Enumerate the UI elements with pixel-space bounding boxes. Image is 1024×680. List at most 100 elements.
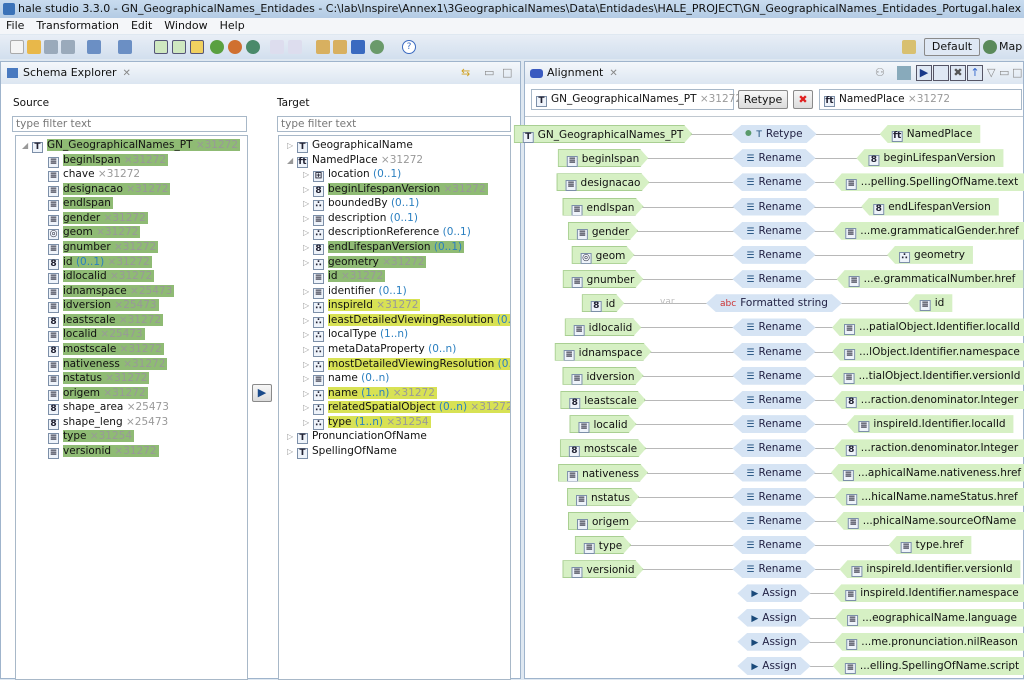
- retype-button[interactable]: Retype: [738, 90, 788, 109]
- tree-item[interactable]: ≡ nativeness ×31272: [48, 357, 168, 372]
- menu-window[interactable]: Window: [164, 19, 207, 32]
- function-node[interactable]: ☰ Rename: [732, 173, 815, 191]
- target-node[interactable]: ∴ geometry: [887, 245, 973, 264]
- sync-icon[interactable]: ⇆: [461, 62, 470, 84]
- target-type-field[interactable]: ft NamedPlace ×31272: [819, 89, 1022, 110]
- menu-help[interactable]: Help: [220, 19, 245, 32]
- expand-icon[interactable]: ▷: [303, 168, 313, 182]
- filter-remove-icon[interactable]: ✖: [950, 65, 966, 81]
- source-node[interactable]: T GN_GeographicalNames_PT: [514, 125, 692, 143]
- expand-icon[interactable]: ▷: [303, 401, 313, 415]
- function-node[interactable]: ☰ Rename: [732, 536, 815, 554]
- expand-icon[interactable]: ▷: [303, 285, 313, 299]
- target-node[interactable]: ≡ ...eographicalName.language: [835, 608, 1024, 627]
- open-icon[interactable]: [27, 40, 41, 54]
- function-node[interactable]: ☰ Rename: [732, 560, 815, 578]
- save-as-icon[interactable]: [61, 40, 75, 54]
- source-filter-input[interactable]: type filter text: [12, 116, 247, 132]
- tree-item[interactable]: ≡ idlocalid ×31272: [48, 269, 155, 285]
- perspective-default[interactable]: Default: [924, 38, 980, 56]
- expand-icon[interactable]: ◢: [287, 154, 297, 168]
- filter-inherit-icon[interactable]: ↑: [967, 65, 983, 81]
- function-node[interactable]: ☰ Rename: [732, 149, 815, 167]
- tree-item[interactable]: ▷ ≡ identifier (0..1): [303, 284, 409, 299]
- source-node[interactable]: ≡ idlocalid: [565, 318, 642, 336]
- function-node[interactable]: ▶ Assign: [737, 657, 810, 675]
- open-perspective-icon[interactable]: [902, 40, 916, 54]
- target-node[interactable]: ≡ ...tialObject.Identifier.versionId: [831, 366, 1024, 385]
- target-node[interactable]: ≡ ...aphicalName.nativeness.href: [830, 463, 1024, 482]
- target-node[interactable]: ft NamedPlace: [879, 125, 981, 143]
- tree-item[interactable]: ≡ endlspan: [48, 196, 113, 212]
- expand-icon[interactable]: ▷: [303, 358, 313, 372]
- target-node[interactable]: 8 ...raction.denominator.Integer: [833, 390, 1024, 409]
- expand-icon[interactable]: ▷: [287, 430, 297, 444]
- export-icon[interactable]: [118, 40, 132, 54]
- expand-icon[interactable]: ▷: [303, 256, 313, 270]
- perspective-map[interactable]: Map: [999, 40, 1022, 53]
- tree-item[interactable]: ▷ ∴ inspireId ×31272: [303, 298, 421, 314]
- tree-item[interactable]: 8 leastscale ×31272: [48, 313, 164, 328]
- source-node[interactable]: ≡ type: [575, 536, 631, 554]
- maximize-icon[interactable]: □: [502, 62, 512, 84]
- tree-item[interactable]: ◢ T GN_GeographicalNames_PT ×31272: [22, 138, 241, 153]
- target-node[interactable]: ≡ ...elling.SpellingOfName.script: [832, 656, 1024, 675]
- graph-icon[interactable]: [210, 40, 224, 54]
- tree-item[interactable]: ▷∴ leastDetailedViewingResolution (0..1) …: [303, 313, 510, 328]
- maximize-icon[interactable]: □: [1012, 62, 1022, 84]
- view-menu-icon[interactable]: ▽: [987, 62, 995, 84]
- expand-icon[interactable]: ▷: [303, 416, 313, 430]
- tree-item[interactable]: ◢ ft NamedPlace ×31272: [287, 153, 425, 168]
- source-node[interactable]: ≡ idversion: [562, 367, 643, 385]
- tree-item[interactable]: ≡ designacao ×31272: [48, 182, 171, 197]
- target-schema-tree[interactable]: ▷ T GeographicalName ◢ ft NamedPlace ×31272 ▷ ⊞…: [278, 135, 511, 680]
- target-filter-input[interactable]: type filter text: [277, 116, 511, 132]
- tree-item[interactable]: ≡ type ×31254: [48, 429, 135, 445]
- function-node[interactable]: ☰ Rename: [732, 270, 815, 288]
- source-node[interactable]: ≡ gender: [568, 222, 638, 240]
- tree-item[interactable]: ≡ gnumber ×31272: [48, 240, 159, 255]
- source-type-field[interactable]: T GN_GeographicalNames_PT ×31272: [531, 89, 742, 110]
- new-icon[interactable]: [10, 40, 24, 54]
- source-node[interactable]: ≡ gnumber: [563, 270, 644, 288]
- tree-item[interactable]: 8 id (0..1) ×31272: [48, 255, 152, 270]
- function-node[interactable]: ▶ Assign: [737, 633, 810, 651]
- source-node[interactable]: ≡ nativeness: [558, 464, 648, 482]
- target-node[interactable]: ≡ ...me.pronunciation.nilReason: [834, 632, 1024, 651]
- tree-item[interactable]: 8 shape_area ×25473: [48, 400, 171, 416]
- function-node[interactable]: ☰ Rename: [732, 198, 815, 216]
- tree-item[interactable]: ▷ ∴ type (1..n) ×31254: [303, 415, 431, 430]
- expand-icon[interactable]: ▷: [303, 343, 313, 357]
- source-node[interactable]: ≡ designacao: [557, 173, 650, 191]
- graph-alt-icon[interactable]: [228, 40, 242, 54]
- target-node[interactable]: ≡ ...e.grammaticalNumber.href: [836, 270, 1024, 289]
- source-node[interactable]: 8 id: [582, 294, 625, 312]
- filter-assign-icon[interactable]: ▶: [916, 65, 932, 81]
- map-icon[interactable]: [351, 40, 365, 54]
- function-node[interactable]: ☰ Rename: [732, 343, 815, 361]
- source-schema-tree[interactable]: ◢ T GN_GeographicalNames_PT ×31272 ≡ beginls…: [15, 135, 248, 680]
- tree-item[interactable]: ▷ ⊞ location (0..1): [303, 167, 403, 183]
- undo-icon[interactable]: [270, 40, 284, 54]
- tree-item[interactable]: ▷ T GeographicalName: [287, 138, 415, 153]
- function-node[interactable]: ☰ Rename: [732, 415, 815, 433]
- expand-icon[interactable]: ▷: [303, 226, 313, 240]
- validate-icon[interactable]: [172, 40, 186, 54]
- function-node[interactable]: ☰ Rename: [732, 439, 815, 457]
- refresh-icon[interactable]: [246, 40, 260, 54]
- close-icon[interactable]: ✕: [609, 68, 617, 79]
- function-node[interactable]: ☰ Rename: [732, 488, 815, 506]
- align-icon[interactable]: [316, 40, 330, 54]
- expand-icon[interactable]: ▷: [303, 314, 313, 328]
- tab-schema-explorer[interactable]: Schema Explorer ✕ ⇆ ▭ □: [1, 62, 520, 84]
- target-node[interactable]: ≡ id: [907, 294, 953, 313]
- menu-edit[interactable]: Edit: [131, 19, 152, 32]
- expand-icon[interactable]: ▷: [303, 197, 313, 211]
- expand-icon[interactable]: ▷: [303, 328, 313, 342]
- tree-item[interactable]: ≡ idnamspace ×25473: [48, 284, 175, 299]
- tree-item[interactable]: ▷ ∴ descriptionReference (0..1): [303, 225, 473, 241]
- menu-file[interactable]: File: [6, 19, 24, 32]
- function-node[interactable]: ☰ Rename: [732, 464, 815, 482]
- target-node[interactable]: 8 beginLifespanVersion: [856, 149, 1004, 168]
- tree-item[interactable]: ▷ ∴ name (1..n) ×31272: [303, 386, 437, 401]
